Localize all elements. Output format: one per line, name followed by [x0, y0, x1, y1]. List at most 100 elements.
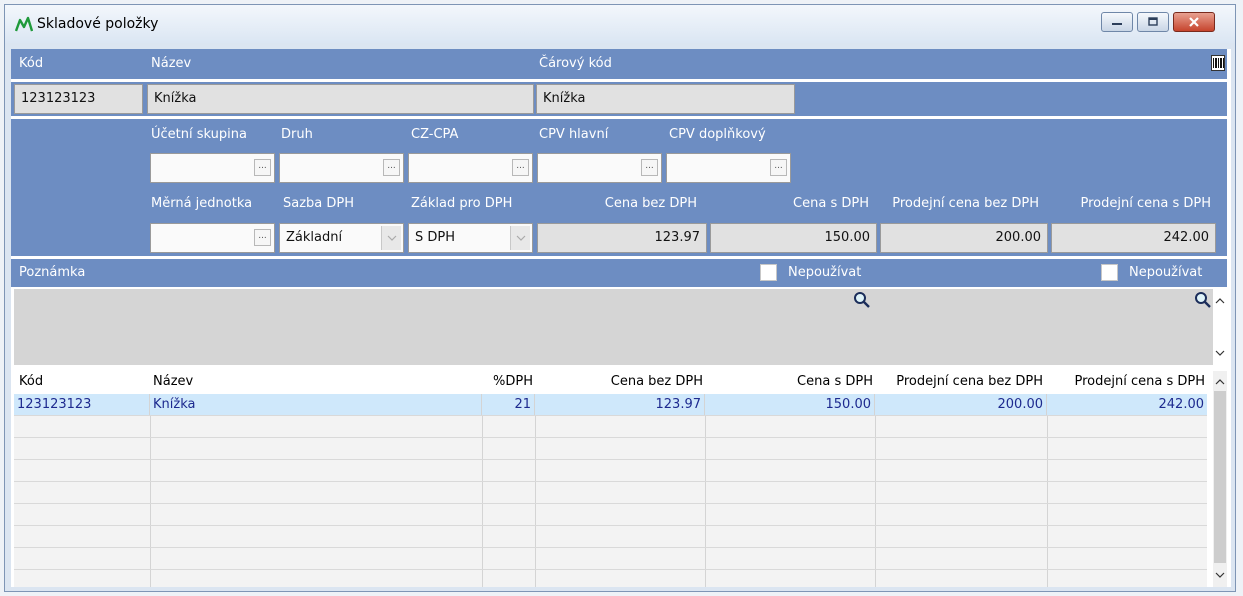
grid-col-prodejni-bez-dph[interactable]: Prodejní cena bez DPH [874, 371, 1046, 393]
grid-column-divider [482, 548, 483, 569]
empty-table-row[interactable] [14, 460, 1207, 482]
restore-button[interactable] [1137, 12, 1169, 32]
druh-field[interactable]: ... [279, 153, 404, 183]
grid-column-divider [535, 504, 536, 525]
scroll-down-icon[interactable] [1214, 347, 1226, 359]
merna-jednotka-field[interactable]: ... [150, 223, 275, 253]
grid-col-cena-bez-dph[interactable]: Cena bez DPH [534, 371, 706, 393]
grid-column-divider [535, 526, 536, 547]
grid-col-prodejni-s-dph[interactable]: Prodejní cena s DPH [1046, 371, 1208, 393]
grid-column-divider [1047, 460, 1048, 481]
scroll-down-icon[interactable] [1214, 569, 1226, 581]
nepouzivat-checkbox-1[interactable] [760, 264, 777, 281]
close-button[interactable] [1173, 12, 1215, 32]
note-scrollbar[interactable] [1213, 289, 1227, 365]
grid-column-divider [705, 548, 706, 569]
grid-column-divider [705, 570, 706, 587]
ucetni-skupina-field[interactable]: ... [150, 153, 275, 183]
app-logo-icon [15, 16, 33, 32]
label-druh: Druh [281, 127, 313, 142]
barcode-icon[interactable] [1211, 55, 1225, 71]
cz-cpa-picker-button[interactable]: ... [512, 159, 529, 176]
scroll-up-icon[interactable] [1214, 295, 1226, 307]
cell-dph: 21 [482, 394, 535, 415]
grid-column-divider [705, 526, 706, 547]
merna-jednotka-picker-button[interactable]: ... [254, 229, 271, 246]
grid-scroll-thumb[interactable] [1214, 391, 1226, 563]
table-row[interactable]: 123123123 Knížka 21 123.97 150.00 200.00… [14, 394, 1207, 416]
label-nepouzivat-1: Nepoužívat [788, 265, 862, 280]
chevron-down-icon [516, 235, 525, 241]
grid-column-divider [150, 504, 151, 525]
zaklad-pro-dph-dropdown-button[interactable] [510, 226, 530, 250]
cena-s-dph-field[interactable]: 150.00 [710, 223, 877, 253]
druh-picker-button[interactable]: ... [383, 159, 400, 176]
cpv-doplnkovy-picker-button[interactable]: ... [770, 159, 787, 176]
magnifier-icon[interactable] [853, 291, 871, 309]
empty-table-row[interactable] [14, 526, 1207, 548]
grid-column-divider [875, 526, 876, 547]
grid-column-divider [150, 482, 151, 503]
prodejni-s-dph-field[interactable]: 242.00 [1051, 223, 1216, 253]
empty-table-row[interactable] [14, 548, 1207, 570]
empty-table-row[interactable] [14, 416, 1207, 438]
scroll-up-icon[interactable] [1214, 376, 1226, 388]
minimize-button[interactable] [1101, 12, 1133, 32]
prodejni-bez-dph-field[interactable]: 200.00 [880, 223, 1048, 253]
chevron-down-icon [387, 235, 396, 241]
grid-column-divider [705, 482, 706, 503]
cell-prodejni-s-dph: 242.00 [1158, 397, 1205, 412]
form-area: Kód Název Čárový kód 123123123 Knížka Kn… [11, 49, 1231, 587]
cpv-hlavni-field[interactable]: ... [537, 153, 662, 183]
cz-cpa-field[interactable]: ... [408, 153, 533, 183]
grid-scrollbar[interactable] [1213, 371, 1227, 587]
grid-column-divider [482, 504, 483, 525]
grid-column-divider [482, 482, 483, 503]
nazev-field[interactable]: Knížka [147, 84, 534, 114]
kod-field[interactable]: 123123123 [14, 84, 143, 114]
zaklad-pro-dph-value: S DPH [415, 230, 456, 245]
grid-column-divider [150, 416, 151, 437]
grid-col-dph[interactable]: %DPH [480, 371, 536, 393]
grid-column-divider [482, 460, 483, 481]
grid-header: Kód Název %DPH Cena bez DPH Cena s DPH P… [14, 371, 1207, 393]
grid-column-divider [150, 438, 151, 459]
grid-column-divider [535, 482, 536, 503]
cpv-hlavni-picker-button[interactable]: ... [641, 159, 658, 176]
cena-bez-dph-field[interactable]: 123.97 [537, 223, 707, 253]
label-zaklad-pro-dph: Základ pro DPH [411, 196, 513, 211]
grid-column-divider [535, 416, 536, 437]
carovy-kod-field[interactable]: Knížka [536, 84, 795, 114]
grid-col-kod[interactable]: Kód [16, 371, 146, 393]
grid-column-divider [150, 570, 151, 587]
empty-table-row[interactable] [14, 570, 1207, 587]
grid-column-divider [1047, 416, 1048, 437]
ucetni-skupina-picker-button[interactable]: ... [254, 159, 271, 176]
label-ucetni-skupina: Účetní skupina [151, 127, 247, 142]
grid-column-divider [1047, 482, 1048, 503]
empty-table-row[interactable] [14, 438, 1207, 460]
cpv-doplnkovy-field[interactable]: ... [666, 153, 791, 183]
grid-col-nazev[interactable]: Název [150, 371, 480, 393]
grid-column-divider [482, 526, 483, 547]
restore-icon [1148, 17, 1158, 26]
grid-column-divider [535, 570, 536, 587]
cell-nazev: Knížka [150, 394, 482, 415]
cell-prodejni-bez-dph: 200.00 [875, 394, 1047, 415]
zaklad-pro-dph-select[interactable]: S DPH [408, 223, 533, 253]
empty-table-row[interactable] [14, 504, 1207, 526]
empty-table-row[interactable] [14, 482, 1207, 504]
sazba-dph-select[interactable]: Základní [279, 223, 404, 253]
nepouzivat-checkbox-2[interactable] [1101, 264, 1118, 281]
title-bar[interactable]: Skladové položky [5, 5, 1235, 43]
grid-column-divider [482, 416, 483, 437]
grid-col-cena-s-dph[interactable]: Cena s DPH [704, 371, 876, 393]
grid-column-divider [535, 460, 536, 481]
label-prodejni-bez-dph: Prodejní cena bez DPH [892, 196, 1039, 211]
sazba-dph-dropdown-button[interactable] [381, 226, 401, 250]
note-textarea[interactable] [14, 289, 1225, 365]
grid-column-divider [535, 548, 536, 569]
grid-column-divider [875, 416, 876, 437]
grid-column-divider [150, 548, 151, 569]
magnifier-icon[interactable] [1194, 291, 1212, 309]
